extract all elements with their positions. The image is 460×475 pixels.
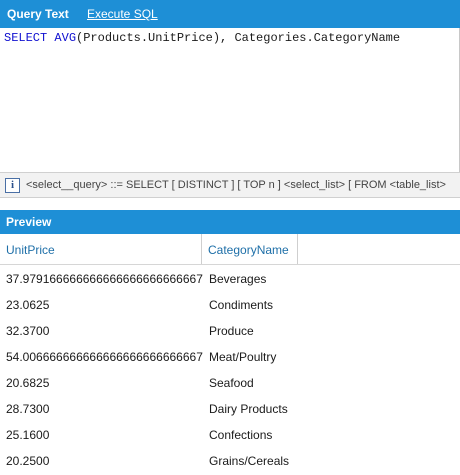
sql-code[interactable]: SELECT AVG(Products.UnitPrice), Categori…	[4, 31, 400, 45]
cell-unitprice: 28.7300	[6, 402, 50, 416]
cell-categoryname: Beverages	[209, 272, 267, 286]
cell-categoryname: Meat/Poultry	[209, 350, 277, 364]
sql-keyword: AVG	[54, 31, 77, 45]
table-row[interactable]: 54.006666666666666666666666667 Meat/Poult…	[0, 344, 460, 370]
tab-execute-sql[interactable]: Execute SQL	[87, 7, 158, 21]
cell-unitprice: 25.1600	[6, 428, 50, 442]
table-row[interactable]: 32.3700 Produce	[0, 318, 460, 344]
cell-categoryname: Produce	[209, 324, 254, 338]
separator	[0, 198, 460, 210]
grid-rows: 37.979166666666666666666666667 Beverages 2…	[0, 266, 460, 474]
preview-header: Preview	[0, 210, 460, 234]
cell-categoryname: Grains/Cereals	[209, 454, 290, 468]
cell-categoryname: Confections	[209, 428, 273, 442]
tab-bar: Query Text Execute SQL	[0, 0, 460, 28]
table-row[interactable]: 37.979166666666666666666666667 Beverages	[0, 266, 460, 292]
info-icon: i	[5, 178, 20, 193]
column-header-unitprice[interactable]: UnitPrice	[0, 234, 202, 264]
cell-unitprice: 20.2500	[6, 454, 50, 468]
table-row[interactable]: 23.0625 Condiments	[0, 292, 460, 318]
cell-unitprice: 20.6825	[6, 376, 50, 390]
cell-categoryname: Condiments	[209, 298, 274, 312]
sql-editor[interactable]: SELECT AVG(Products.UnitPrice), Categori…	[0, 28, 460, 172]
cell-unitprice: 37.979166666666666666666666667	[6, 272, 203, 286]
table-row[interactable]: 25.1600 Confections	[0, 422, 460, 448]
preview-grid[interactable]: UnitPrice CategoryName 37.97916666666666…	[0, 234, 460, 475]
syntax-hint-text: <select__query> ::= SELECT [ DISTINCT ] …	[26, 179, 446, 191]
cell-categoryname: Seafood	[209, 376, 254, 390]
table-row[interactable]: 20.2500 Grains/Cereals	[0, 448, 460, 474]
cell-unitprice: 54.006666666666666666666666667	[6, 350, 203, 364]
table-row[interactable]: 20.6825 Seafood	[0, 370, 460, 396]
syntax-hint-bar: i <select__query> ::= SELECT [ DISTINCT …	[0, 172, 460, 198]
tab-query-text[interactable]: Query Text	[7, 7, 69, 21]
cell-unitprice: 32.3700	[6, 324, 50, 338]
grid-header: UnitPrice CategoryName	[0, 234, 460, 265]
column-header-categoryname[interactable]: CategoryName	[202, 234, 298, 264]
cell-categoryname: Dairy Products	[209, 402, 288, 416]
cell-unitprice: 23.0625	[6, 298, 50, 312]
sql-keyword: SELECT	[4, 31, 48, 45]
sql-text: (Products.UnitPrice), Categories.Categor…	[76, 31, 401, 45]
table-row[interactable]: 28.7300 Dairy Products	[0, 396, 460, 422]
